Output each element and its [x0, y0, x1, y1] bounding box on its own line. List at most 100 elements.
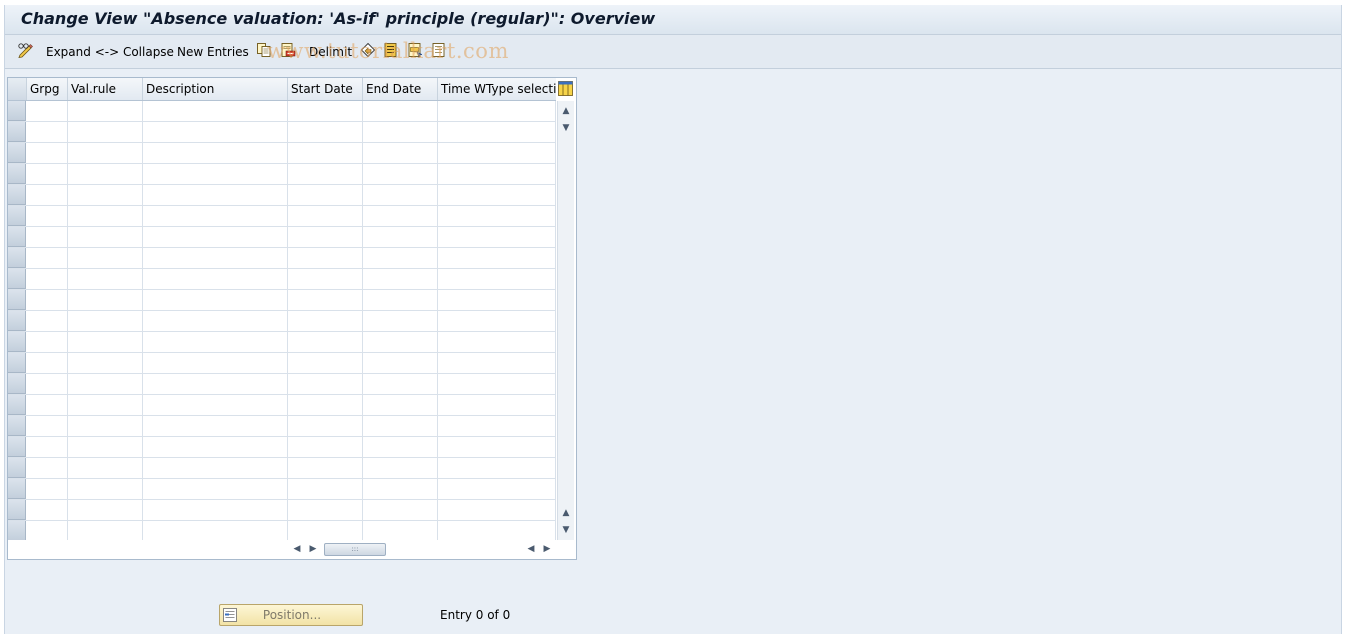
table-row[interactable]	[8, 332, 556, 353]
row-selector[interactable]	[8, 416, 26, 436]
table-cell-description[interactable]	[143, 185, 288, 205]
table-row[interactable]	[8, 353, 556, 374]
scrollbar-thumb[interactable]: :::	[324, 543, 386, 556]
table-cell-val_rule[interactable]	[68, 164, 143, 184]
table-cell-grpg[interactable]	[27, 500, 68, 520]
table-cell-description[interactable]	[143, 269, 288, 289]
table-cell-start_date[interactable]	[288, 101, 363, 121]
table-cell-start_date[interactable]	[288, 416, 363, 436]
table-row[interactable]	[8, 269, 556, 290]
table-cell-time_wtype[interactable]	[438, 437, 556, 457]
table-cell-val_rule[interactable]	[68, 521, 143, 540]
table-cell-grpg[interactable]	[27, 458, 68, 478]
table-cell-description[interactable]	[143, 332, 288, 352]
table-cell-description[interactable]	[143, 248, 288, 268]
table-cell-start_date[interactable]	[288, 185, 363, 205]
row-selector[interactable]	[8, 437, 26, 457]
table-cell-grpg[interactable]	[27, 353, 68, 373]
table-cell-start_date[interactable]	[288, 437, 363, 457]
table-cell-description[interactable]	[143, 206, 288, 226]
row-selector[interactable]	[8, 227, 26, 247]
table-cell-grpg[interactable]	[27, 521, 68, 540]
table-cell-end_date[interactable]	[363, 269, 438, 289]
row-selector[interactable]	[8, 311, 26, 331]
table-cell-start_date[interactable]	[288, 479, 363, 499]
arrow-right-icon[interactable]: ▶	[540, 541, 554, 557]
table-cell-val_rule[interactable]	[68, 227, 143, 247]
table-cell-end_date[interactable]	[363, 164, 438, 184]
table-cell-grpg[interactable]	[27, 437, 68, 457]
vertical-scrollbar[interactable]: ▲ ▼ ▲ ▼	[557, 101, 574, 540]
table-cell-time_wtype[interactable]	[438, 353, 556, 373]
table-cell-val_rule[interactable]	[68, 290, 143, 310]
table-cell-description[interactable]	[143, 500, 288, 520]
table-cell-description[interactable]	[143, 311, 288, 331]
column-header-start-date[interactable]: Start Date	[288, 78, 363, 100]
table-cell-val_rule[interactable]	[68, 395, 143, 415]
table-cell-start_date[interactable]	[288, 290, 363, 310]
table-cell-end_date[interactable]	[363, 374, 438, 394]
table-cell-grpg[interactable]	[27, 185, 68, 205]
table-cell-time_wtype[interactable]	[438, 248, 556, 268]
pencil-glasses-icon[interactable]	[17, 42, 33, 58]
arrow-left-icon[interactable]: ◀	[524, 541, 538, 557]
table-cell-grpg[interactable]	[27, 164, 68, 184]
table-cell-description[interactable]	[143, 143, 288, 163]
table-row[interactable]	[8, 311, 556, 332]
table-row[interactable]	[8, 164, 556, 185]
table-cell-start_date[interactable]	[288, 500, 363, 520]
table-cell-time_wtype[interactable]	[438, 164, 556, 184]
table-cell-start_date[interactable]	[288, 332, 363, 352]
table-cell-end_date[interactable]	[363, 143, 438, 163]
arrow-right-icon[interactable]: ▶	[306, 541, 320, 557]
table-cell-val_rule[interactable]	[68, 353, 143, 373]
table-cell-grpg[interactable]	[27, 395, 68, 415]
table-cell-end_date[interactable]	[363, 122, 438, 142]
table-cell-end_date[interactable]	[363, 311, 438, 331]
table-cell-val_rule[interactable]	[68, 332, 143, 352]
table-cell-val_rule[interactable]	[68, 143, 143, 163]
table-cell-time_wtype[interactable]	[438, 101, 556, 121]
arrow-left-icon[interactable]: ◀	[290, 541, 304, 557]
table-cell-time_wtype[interactable]	[438, 395, 556, 415]
table-cell-end_date[interactable]	[363, 500, 438, 520]
table-cell-start_date[interactable]	[288, 164, 363, 184]
table-row[interactable]	[8, 500, 556, 521]
table-cell-time_wtype[interactable]	[438, 185, 556, 205]
row-selector[interactable]	[8, 143, 26, 163]
table-cell-time_wtype[interactable]	[438, 416, 556, 436]
table-cell-description[interactable]	[143, 353, 288, 373]
table-cell-time_wtype[interactable]	[438, 269, 556, 289]
table-cell-end_date[interactable]	[363, 248, 438, 268]
row-selector[interactable]	[8, 458, 26, 478]
table-cell-val_rule[interactable]	[68, 101, 143, 121]
table-row[interactable]	[8, 395, 556, 416]
table-cell-start_date[interactable]	[288, 311, 363, 331]
table-cell-description[interactable]	[143, 521, 288, 540]
table-cell-time_wtype[interactable]	[438, 332, 556, 352]
arrow-up-icon[interactable]: ▲	[560, 505, 572, 521]
position-button[interactable]: Position...	[219, 604, 363, 626]
table-row[interactable]	[8, 206, 556, 227]
row-selector[interactable]	[8, 332, 26, 352]
table-cell-start_date[interactable]	[288, 248, 363, 268]
table-cell-end_date[interactable]	[363, 353, 438, 373]
table-cell-grpg[interactable]	[27, 122, 68, 142]
table-cell-end_date[interactable]	[363, 101, 438, 121]
table-cell-grpg[interactable]	[27, 479, 68, 499]
table-cell-description[interactable]	[143, 395, 288, 415]
row-selector[interactable]	[8, 206, 26, 226]
horizontal-scrollbar[interactable]: ◀ ▶ ::: ◀ ▶	[288, 541, 556, 557]
table-cell-grpg[interactable]	[27, 206, 68, 226]
table-cell-end_date[interactable]	[363, 395, 438, 415]
table-row[interactable]	[8, 290, 556, 311]
column-header-description[interactable]: Description	[143, 78, 288, 100]
table-cell-description[interactable]	[143, 437, 288, 457]
table-cell-end_date[interactable]	[363, 290, 438, 310]
table-cell-grpg[interactable]	[27, 311, 68, 331]
table-cell-val_rule[interactable]	[68, 185, 143, 205]
table-cell-grpg[interactable]	[27, 374, 68, 394]
table-cell-end_date[interactable]	[363, 458, 438, 478]
table-cell-description[interactable]	[143, 122, 288, 142]
table-cell-time_wtype[interactable]	[438, 227, 556, 247]
